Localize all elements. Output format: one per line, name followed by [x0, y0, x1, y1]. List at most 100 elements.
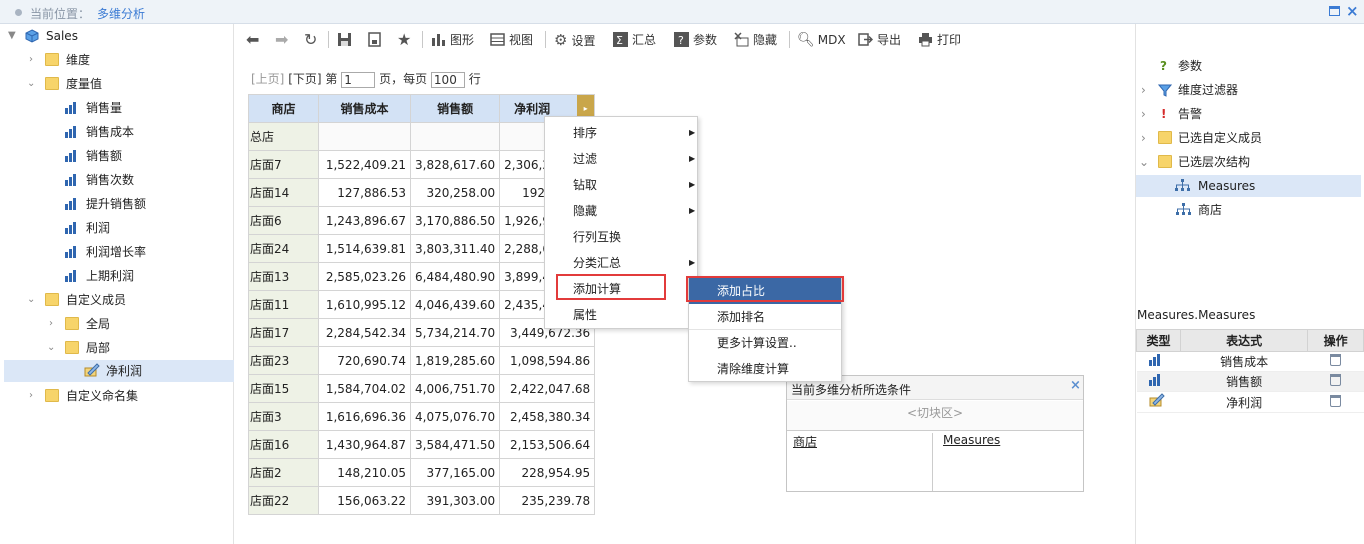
menu-item-properties[interactable]: 属性: [545, 302, 697, 328]
chevron-right-icon[interactable]: ›: [1141, 103, 1146, 125]
search-icon: 🔍︎: [797, 32, 815, 48]
forward-button[interactable]: ➡: [275, 30, 288, 50]
chart-button[interactable]: 图形: [431, 30, 474, 50]
settings-button[interactable]: ⚙ 设置: [554, 30, 595, 50]
submenu-item-more-settings[interactable]: 更多计算设置..: [689, 330, 841, 356]
tree-item-measure[interactable]: 提升销售额: [0, 193, 234, 215]
next-page-link[interactable]: [下页]: [288, 72, 321, 86]
right-item-params[interactable]: ? 参数: [1137, 55, 1363, 77]
row-label[interactable]: 店面24: [248, 234, 319, 263]
tree-label: Sales: [46, 29, 78, 43]
tree-item-measure[interactable]: 销售成本: [0, 121, 234, 143]
tree-item-measures[interactable]: ⌄ 度量值: [0, 73, 234, 95]
tree-item-measure[interactable]: 销售额: [0, 145, 234, 167]
maximize-icon[interactable]: [1329, 6, 1340, 16]
row-label[interactable]: 店面11: [248, 290, 319, 319]
tree-item-custom-named-sets[interactable]: › 自定义命名集: [0, 385, 234, 407]
chevron-right-icon[interactable]: ›: [1141, 79, 1146, 101]
print-button[interactable]: 打印: [918, 30, 961, 50]
slicer-zone[interactable]: <切块区>: [787, 401, 1083, 431]
chevron-right-icon[interactable]: ›: [49, 313, 53, 335]
row-label[interactable]: 店面7: [248, 150, 319, 179]
tree-item-measure[interactable]: 利润: [0, 217, 234, 239]
chevron-down-icon[interactable]: ⌄: [47, 337, 55, 359]
menu-item-subtotal[interactable]: 分类汇总 ▶: [545, 250, 697, 276]
tree-item-dimension[interactable]: › 维度: [0, 49, 234, 71]
row-zone[interactable]: 商店: [791, 433, 933, 491]
row-label[interactable]: 店面3: [248, 402, 319, 431]
tree-item-local[interactable]: ⌄ 局部: [0, 337, 234, 359]
column-header-sales[interactable]: 销售额: [409, 94, 501, 123]
menu-item-swap-axes[interactable]: 行列互换: [545, 224, 697, 250]
tree-item-custom-members[interactable]: ⌄ 自定义成员: [0, 289, 234, 311]
right-item-alert[interactable]: › ! 告警: [1137, 103, 1363, 125]
tree-item-measure[interactable]: 利润增长率: [0, 241, 234, 263]
trash-icon[interactable]: [1330, 374, 1342, 386]
hide-button[interactable]: 隐藏: [734, 30, 777, 50]
row-label[interactable]: 店面23: [248, 346, 319, 375]
close-icon[interactable]: ×: [1070, 378, 1081, 393]
row-dimension-chip[interactable]: 商店: [793, 433, 817, 450]
close-icon[interactable]: ×: [1346, 2, 1359, 20]
right-item-store[interactable]: 商店: [1137, 199, 1363, 221]
row-label[interactable]: 店面13: [248, 262, 319, 291]
column-header-store[interactable]: 商店: [248, 94, 319, 123]
right-item-measures[interactable]: Measures: [1136, 175, 1361, 197]
table-row: 店面6 1,243,896.67 3,170,886.50 1,926,9: [248, 206, 596, 235]
tree-item-measure[interactable]: 销售量: [0, 97, 234, 119]
current-page-link[interactable]: 多维分析: [97, 5, 145, 22]
trash-icon[interactable]: [1330, 354, 1342, 366]
row-label[interactable]: 店面14: [248, 178, 319, 207]
right-item-dim-filter[interactable]: › 维度过滤器: [1137, 79, 1363, 101]
chevron-down-icon[interactable]: ⌄: [27, 73, 35, 95]
row-label[interactable]: 店面17: [248, 318, 319, 347]
trash-icon[interactable]: [1330, 394, 1342, 407]
menu-item-filter[interactable]: 过滤 ▶: [545, 146, 697, 172]
chevron-right-icon[interactable]: ›: [29, 49, 33, 71]
favorite-button[interactable]: ★: [397, 30, 411, 50]
tree-label: 利润增长率: [86, 245, 147, 259]
chevron-down-icon[interactable]: ⌄: [27, 289, 35, 311]
chevron-down-icon[interactable]: ▼: [8, 25, 16, 47]
row-label[interactable]: 总店: [248, 122, 319, 151]
tree-item-measure[interactable]: 上期利润: [0, 265, 234, 287]
calculated-member-icon: [1149, 393, 1165, 407]
prev-page-link[interactable]: [上页]: [251, 72, 284, 86]
row-label[interactable]: 店面15: [248, 374, 319, 403]
save-button[interactable]: [337, 30, 356, 50]
rows-per-page-input[interactable]: 100: [430, 71, 465, 88]
export-button[interactable]: 导出: [858, 30, 901, 50]
chevron-down-icon[interactable]: ⌄: [1139, 151, 1149, 173]
chevron-right-icon[interactable]: ›: [29, 385, 33, 407]
submenu-item-clear-calculation[interactable]: 清除维度计算: [689, 356, 841, 382]
hierarchy-icon: [1176, 203, 1191, 215]
cell: 235,239.78: [499, 486, 596, 515]
row-label[interactable]: 店面22: [248, 486, 319, 515]
mdx-button[interactable]: 🔍︎ MDX: [797, 30, 846, 50]
tree-item-global[interactable]: › 全局: [0, 313, 234, 335]
params-button[interactable]: ? 参数: [674, 30, 717, 50]
row-label[interactable]: 店面16: [248, 430, 319, 459]
view-button[interactable]: 视图: [490, 30, 533, 50]
tree-item-measure[interactable]: 销售次数: [0, 169, 234, 191]
column-header-cost[interactable]: 销售成本: [318, 94, 411, 123]
submenu-item-add-rank[interactable]: 添加排名: [689, 304, 841, 330]
chevron-right-icon[interactable]: ›: [1141, 127, 1146, 149]
tree-root-sales[interactable]: ▼ Sales: [0, 25, 234, 47]
row-label[interactable]: 店面6: [248, 206, 319, 235]
right-item-selected-hierarchy[interactable]: ⌄ 已选层次结构: [1137, 151, 1363, 173]
menu-item-drill[interactable]: 钻取 ▶: [545, 172, 697, 198]
right-item-selected-custom-members[interactable]: › 已选自定义成员: [1137, 127, 1363, 149]
menu-item-hide[interactable]: 隐藏 ▶: [545, 198, 697, 224]
row-label[interactable]: 店面2: [248, 458, 319, 487]
back-button[interactable]: ⬅: [246, 30, 259, 50]
column-zone[interactable]: Measures: [937, 433, 1081, 491]
tree-item-net-profit[interactable]: 净利润: [4, 360, 234, 382]
page-number-input[interactable]: 1: [341, 71, 376, 88]
refresh-button[interactable]: ↻: [304, 30, 317, 50]
column-dimension-chip[interactable]: Measures: [943, 433, 1000, 447]
save-as-button[interactable]: [367, 30, 386, 50]
menu-item-sort[interactable]: 排序 ▶: [545, 120, 697, 146]
cell: 4,075,076.70: [409, 402, 501, 431]
summary-button[interactable]: Σ 汇总: [613, 30, 656, 50]
